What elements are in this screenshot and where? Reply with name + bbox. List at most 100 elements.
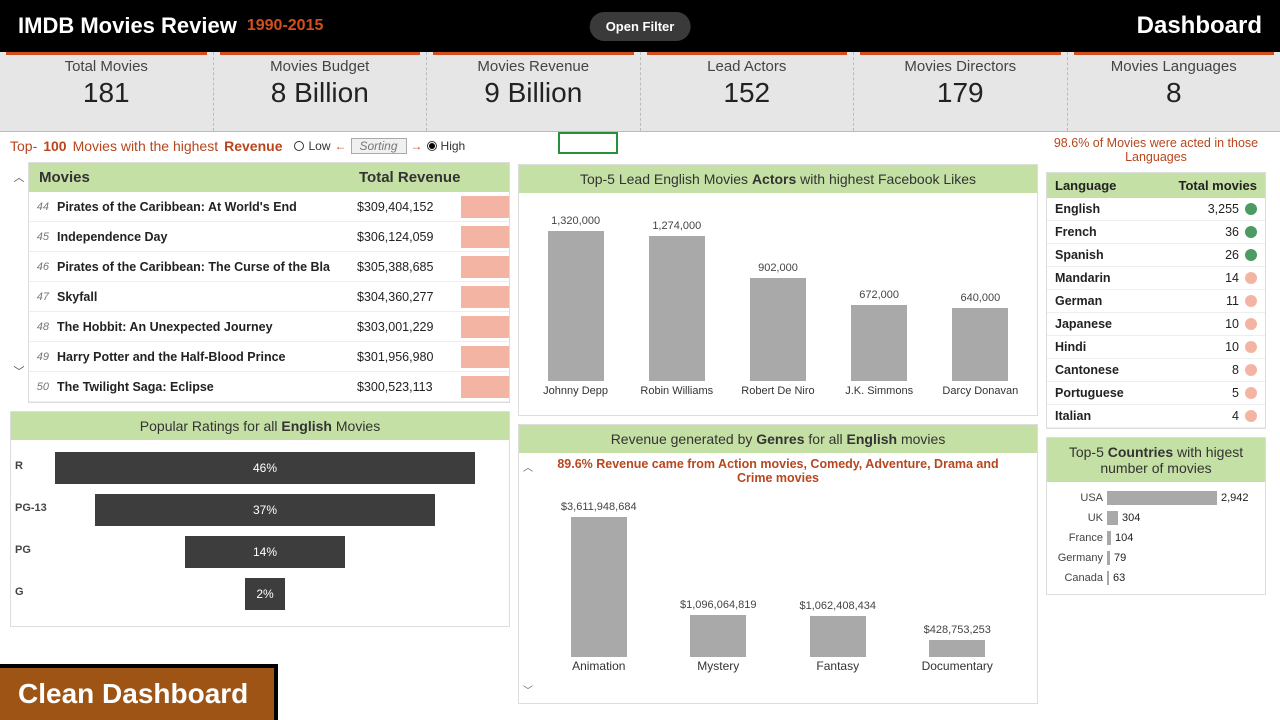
kpi-card: Total Movies181 [0, 52, 214, 131]
table-row[interactable]: 44Pirates of the Caribbean: At World's E… [29, 192, 509, 222]
top100-metric: Revenue [224, 138, 282, 154]
language-name: Japanese [1055, 317, 1191, 331]
row-bar [461, 286, 509, 308]
kpi-value: 181 [0, 77, 213, 109]
language-row[interactable]: Italian4 [1047, 405, 1265, 428]
status-dot-icon [1245, 364, 1257, 376]
year-range: 1990-2015 [247, 17, 324, 35]
country-row: Canada63 [1049, 568, 1263, 588]
genres-x-labels: AnimationMysteryFantasyDocumentary [519, 657, 1037, 679]
scroll-down-icon[interactable]: ﹀ [11, 363, 27, 379]
row-revenue: $305,388,685 [357, 260, 457, 274]
language-count: 26 [1191, 248, 1239, 262]
sort-high-label: High [441, 139, 466, 153]
language-count: 10 [1191, 340, 1239, 354]
country-value: 79 [1114, 552, 1126, 564]
scroll-up-icon[interactable]: ︿ [11, 169, 27, 185]
genre-scroll-up-icon[interactable]: ︿ [523, 459, 535, 474]
language-row[interactable]: French36 [1047, 221, 1265, 244]
table-row[interactable]: 47Skyfall$304,360,277 [29, 282, 509, 312]
language-count: 10 [1191, 317, 1239, 331]
row-rank: 44 [29, 201, 53, 213]
open-filter-button[interactable]: Open Filter [590, 12, 691, 41]
col-language: Language [1055, 178, 1178, 193]
country-label: Germany [1055, 552, 1107, 564]
language-row[interactable]: Mandarin14 [1047, 267, 1265, 290]
language-name: Mandarin [1055, 271, 1191, 285]
rating-label: PG [15, 544, 31, 556]
bar-value: 640,000 [960, 292, 1000, 304]
arrow-left-icon: ← [335, 139, 347, 153]
row-title: Skyfall [53, 290, 357, 304]
row-rank: 48 [29, 321, 53, 333]
language-row[interactable]: Hindi10 [1047, 336, 1265, 359]
table-row[interactable]: 48The Hobbit: An Unexpected Journey$303,… [29, 312, 509, 342]
genres-bar-chart: $3,611,948,684$1,096,064,819$1,062,408,4… [519, 489, 1037, 657]
genre-bar [810, 616, 866, 657]
status-dot-icon [1245, 203, 1257, 215]
clean-dashboard-badge: Clean Dashboard [0, 664, 278, 720]
row-revenue: $304,360,277 [357, 290, 457, 304]
table-row[interactable]: 49Harry Potter and the Half-Blood Prince… [29, 342, 509, 372]
sort-high-radio[interactable] [427, 141, 437, 151]
status-dot-icon [1245, 249, 1257, 261]
language-row[interactable]: Spanish26 [1047, 244, 1265, 267]
table-row[interactable]: 46Pirates of the Caribbean: The Curse of… [29, 252, 509, 282]
ratings-funnel-chart: R46%PG-1337%PG14%G2% [11, 440, 509, 616]
genre-scroll-down-icon[interactable]: ﹀ [523, 682, 535, 697]
language-row[interactable]: English3,255 [1047, 198, 1265, 221]
row-bar [461, 226, 509, 248]
top100-banner: Top-100 Movies with the highest Revenue … [10, 136, 510, 154]
row-revenue: $303,001,229 [357, 320, 457, 334]
actor-bar [548, 231, 604, 381]
country-row: Germany 79 [1049, 548, 1263, 568]
row-title: The Hobbit: An Unexpected Journey [53, 320, 357, 334]
row-bar [461, 346, 509, 368]
actors-bar-chart: 1,320,0001,274,000902,000672,000640,000 [519, 193, 1037, 381]
table-row[interactable]: 50The Twilight Saga: Eclipse$300,523,113 [29, 372, 509, 402]
row-title: Harry Potter and the Half-Blood Prince [53, 350, 357, 364]
row-title: Pirates of the Caribbean: The Curse of t… [53, 260, 357, 274]
col-movies: Movies [39, 169, 359, 186]
language-row[interactable]: German11 [1047, 290, 1265, 313]
row-revenue: $301,956,980 [357, 350, 457, 364]
bar-value: $3,611,948,684 [561, 501, 637, 513]
countries-panel: Top-5 Countries with higest number of mo… [1046, 437, 1266, 595]
kpi-value: 8 Billion [214, 77, 427, 109]
genres-panel: Revenue generated by Genres for all Engl… [518, 424, 1038, 704]
kpi-card: Movies Directors179 [854, 52, 1068, 131]
sorting-box: Sorting [351, 138, 407, 154]
language-row[interactable]: Japanese10 [1047, 313, 1265, 336]
sort-low-radio[interactable] [294, 141, 304, 151]
country-value: 2,942 [1221, 492, 1249, 504]
genre-x-label: Animation [544, 659, 654, 673]
language-name: Portuguese [1055, 386, 1191, 400]
bar-value: $1,096,064,819 [680, 599, 756, 611]
language-name: Hindi [1055, 340, 1191, 354]
row-bar [461, 316, 509, 338]
language-name: Spanish [1055, 248, 1191, 262]
table-row[interactable]: 45Independence Day$306,124,059 [29, 222, 509, 252]
kpi-card: Movies Budget8 Billion [214, 52, 428, 131]
row-rank: 46 [29, 261, 53, 273]
middle-column: Top-5 Lead English Movies Actors with hi… [518, 136, 1038, 704]
row-revenue: $306,124,059 [357, 230, 457, 244]
country-label: UK [1055, 512, 1107, 524]
language-row[interactable]: Portuguese5 [1047, 382, 1265, 405]
genre-bar [690, 615, 746, 657]
country-row: UK304 [1049, 508, 1263, 528]
row-revenue: $309,404,152 [357, 200, 457, 214]
bar-value: 672,000 [859, 289, 899, 301]
rating-bar: 46% [55, 452, 475, 484]
genre-x-label: Fantasy [783, 659, 893, 673]
country-bar [1107, 491, 1217, 505]
rating-bar: 37% [95, 494, 435, 526]
left-column: Top-100 Movies with the highest Revenue … [10, 136, 510, 704]
status-dot-icon [1245, 387, 1257, 399]
status-dot-icon [1245, 318, 1257, 330]
language-row[interactable]: Cantonese8 [1047, 359, 1265, 382]
kpi-label: Lead Actors [641, 58, 854, 75]
actor-x-label: Johnny Depp [531, 385, 621, 397]
genres-note: 89.6% Revenue came from Action movies, C… [519, 453, 1037, 489]
col-total-revenue: Total Revenue [359, 169, 499, 186]
